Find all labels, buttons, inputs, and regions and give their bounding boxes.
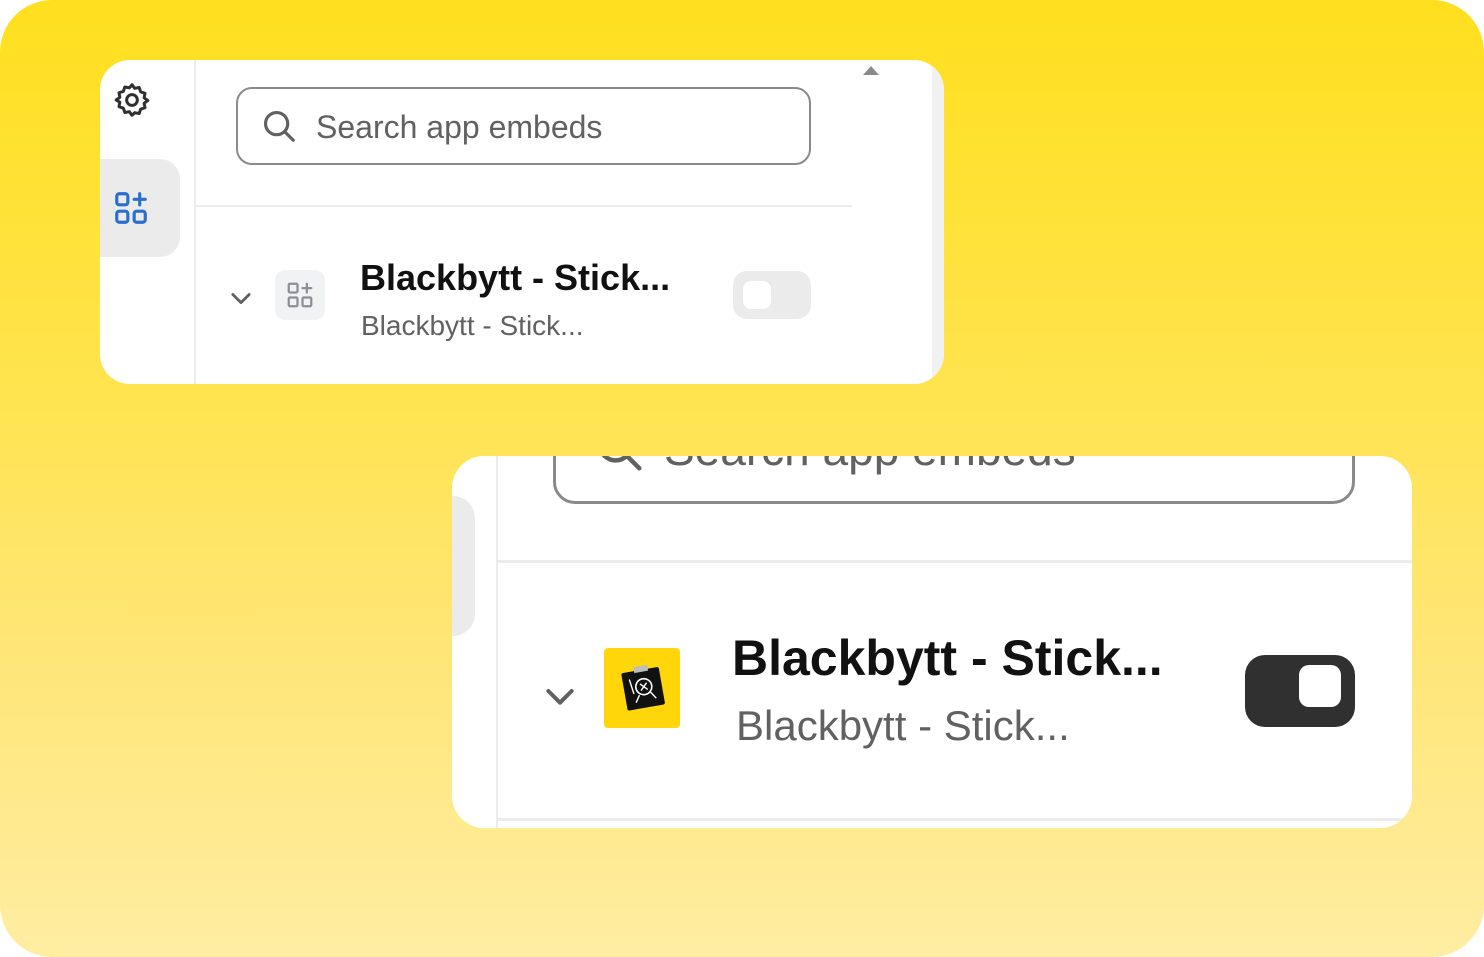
scroll-up-arrow-icon[interactable] bbox=[863, 66, 879, 75]
blackbytt-app-logo-icon bbox=[604, 648, 680, 728]
divider bbox=[196, 205, 852, 207]
scrollbar[interactable] bbox=[932, 60, 944, 384]
gradient-background: Search app embeds Blackbytt - Stick... B… bbox=[0, 0, 1484, 957]
sidebar-item-app-embeds[interactable] bbox=[452, 496, 475, 636]
search-icon bbox=[592, 456, 646, 475]
sidebar-item-app-embeds[interactable] bbox=[100, 159, 180, 257]
sidebar-rail bbox=[100, 60, 196, 384]
app-embeds-panel-zoomed: Search app embeds Blackbytt - Stick... B… bbox=[452, 456, 1412, 828]
chevron-down-icon[interactable] bbox=[227, 284, 255, 312]
search-input[interactable]: Search app embeds bbox=[553, 456, 1355, 504]
search-input[interactable]: Search app embeds bbox=[236, 87, 811, 165]
divider bbox=[498, 560, 1412, 563]
embed-title: Blackbytt - Stick... bbox=[732, 630, 1163, 686]
apps-add-icon bbox=[112, 189, 150, 227]
chevron-down-icon[interactable] bbox=[540, 676, 580, 716]
embed-toggle-off[interactable] bbox=[733, 271, 811, 319]
toggle-knob bbox=[1299, 665, 1341, 707]
divider bbox=[498, 818, 1412, 821]
search-icon bbox=[260, 107, 298, 145]
gear-icon[interactable] bbox=[112, 80, 152, 120]
app-placeholder-icon bbox=[275, 270, 325, 320]
search-placeholder: Search app embeds bbox=[664, 456, 1076, 477]
embed-toggle-on[interactable] bbox=[1245, 655, 1355, 727]
search-placeholder: Search app embeds bbox=[316, 109, 603, 145]
embed-title: Blackbytt - Stick... bbox=[360, 257, 671, 298]
embed-subtitle: Blackbytt - Stick... bbox=[736, 702, 1070, 749]
sidebar-border bbox=[496, 456, 498, 828]
toggle-knob bbox=[743, 281, 771, 309]
embed-subtitle: Blackbytt - Stick... bbox=[361, 310, 584, 341]
app-embeds-panel-default: Search app embeds Blackbytt - Stick... B… bbox=[100, 60, 944, 384]
